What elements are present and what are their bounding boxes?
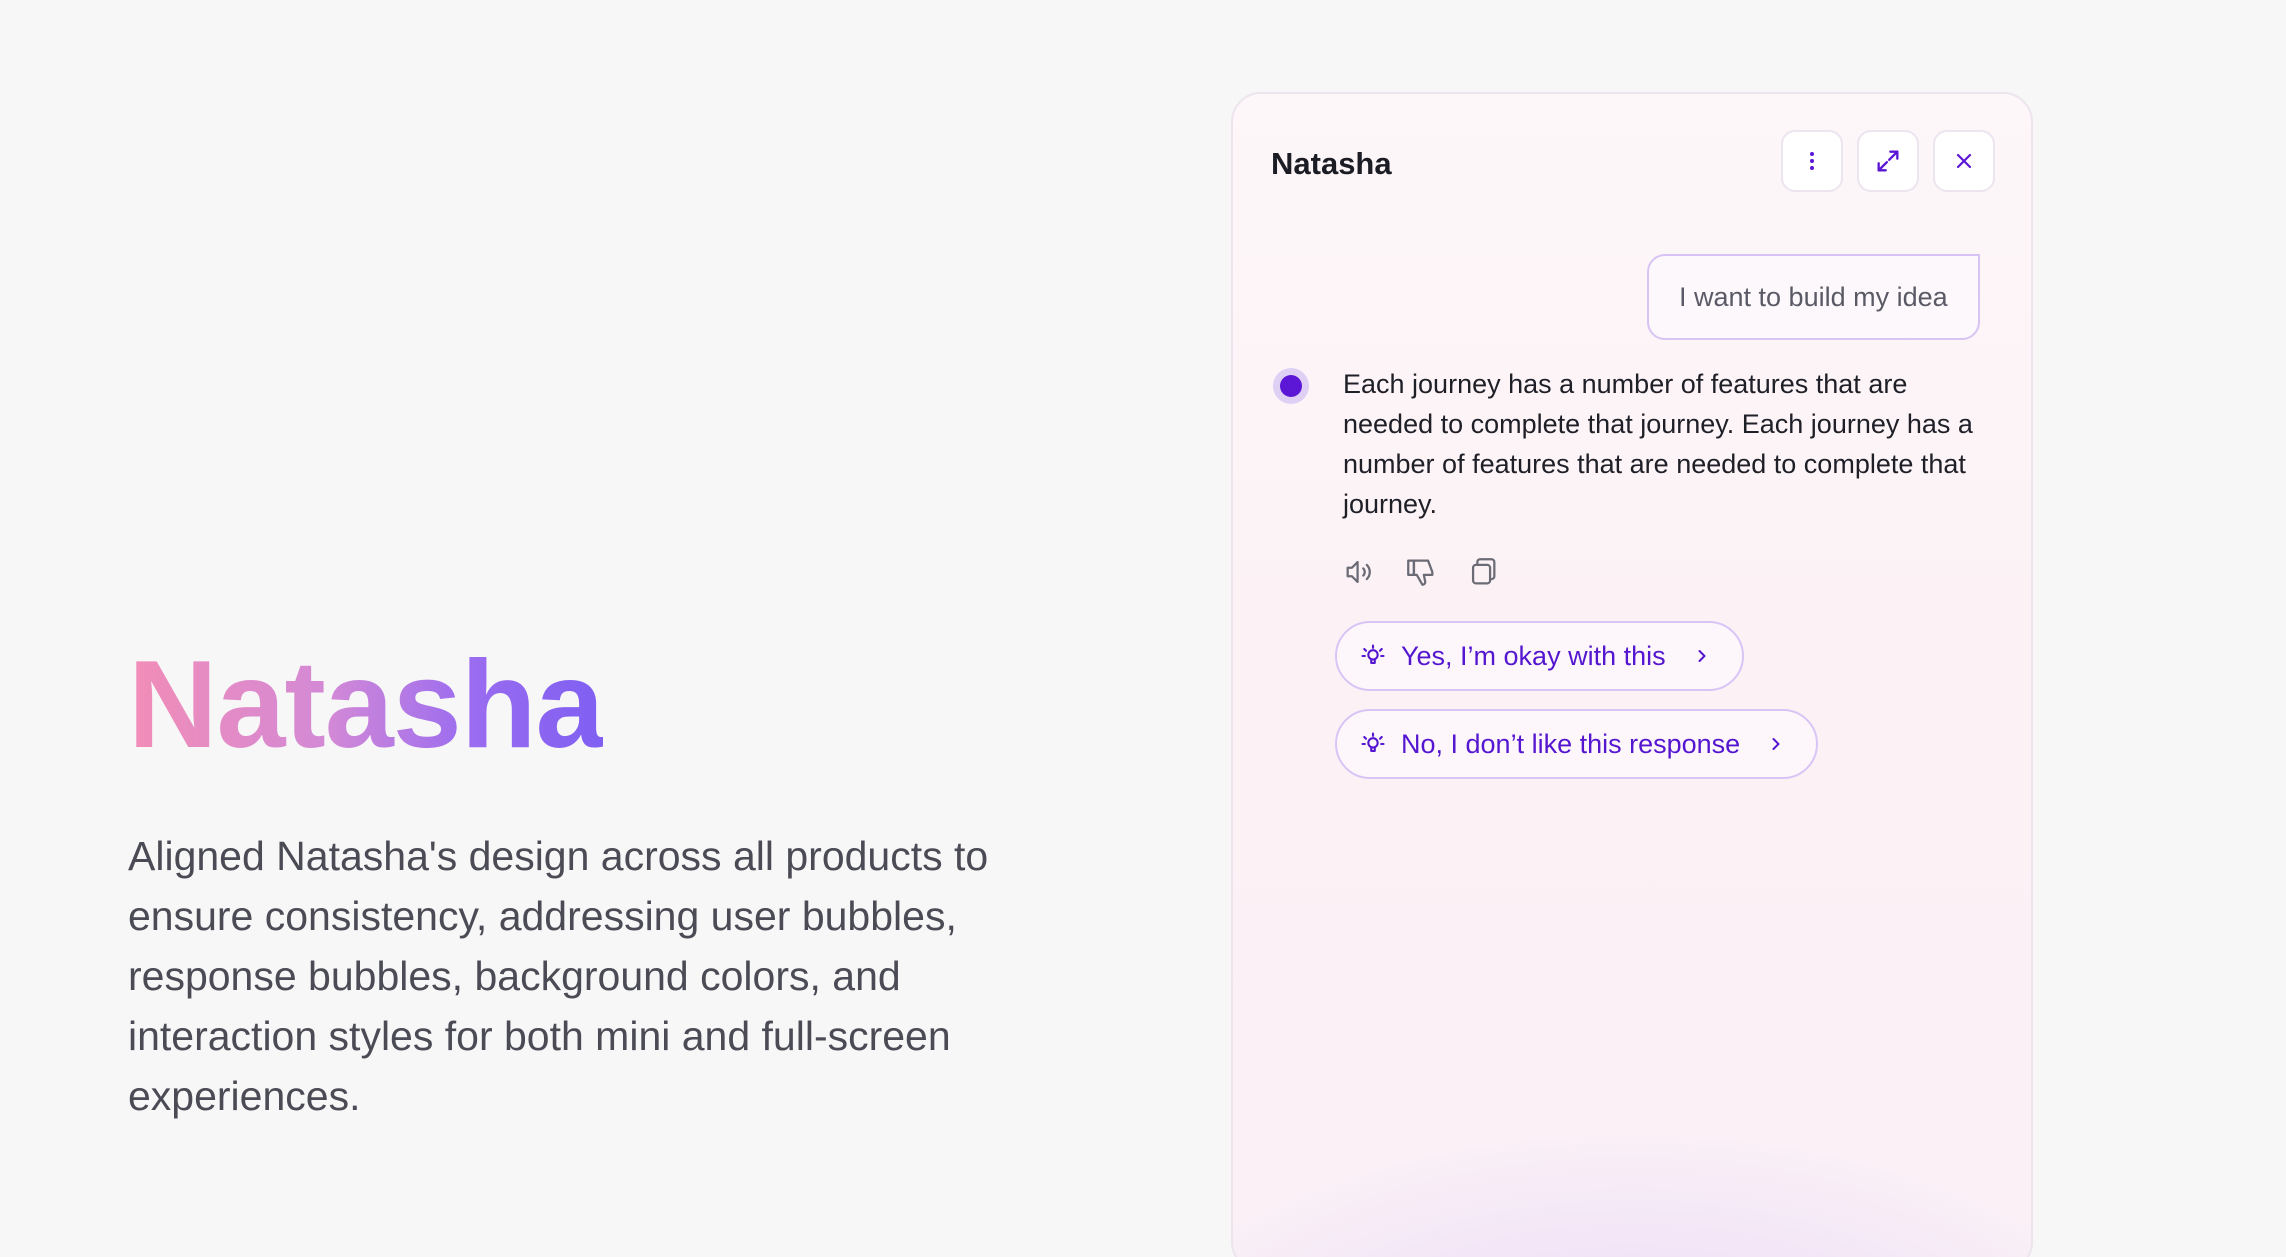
copy-icon[interactable] xyxy=(1465,554,1501,590)
thumbs-down-icon[interactable] xyxy=(1403,554,1439,590)
lightbulb-icon xyxy=(1361,644,1385,665)
suggestion-chip-no[interactable]: No, I don’t like this response xyxy=(1335,709,1819,779)
hero-title: Natasha xyxy=(128,630,604,780)
expand-button[interactable] xyxy=(1857,130,1919,192)
bot-avatar-icon xyxy=(1273,368,1309,404)
close-button[interactable] xyxy=(1933,130,1995,192)
lightbulb-icon xyxy=(1361,732,1385,753)
page: Natasha Aligned Natasha's design across … xyxy=(0,0,2286,1257)
hero-description: Aligned Natasha's design across all prod… xyxy=(128,833,989,1119)
chevron-right-icon xyxy=(1772,738,1780,750)
more-vertical-icon xyxy=(1810,152,1814,170)
chat-title: Natasha xyxy=(1271,146,1392,181)
suggestion-chip-yes[interactable]: Yes, I’m okay with this xyxy=(1335,621,1744,691)
bot-message-text: Each journey has a number of features th… xyxy=(1343,369,1973,519)
suggestion-label: No, I don’t like this response xyxy=(1401,728,1741,759)
suggestion-label: Yes, I’m okay with this xyxy=(1401,640,1666,671)
close-icon xyxy=(1956,153,1972,169)
expand-icon xyxy=(1877,150,1899,172)
chat-panel: Natasha I want to build my idea Each jou… xyxy=(1231,92,2033,1257)
more-options-button[interactable] xyxy=(1781,130,1843,192)
chevron-right-icon xyxy=(1698,650,1706,662)
bot-avatar-core xyxy=(1280,375,1302,397)
user-message-bubble: I want to build my idea xyxy=(1647,254,1980,340)
chat-header: Natasha xyxy=(1233,94,2031,234)
response-actions xyxy=(1341,554,1501,590)
user-message-text: I want to build my idea xyxy=(1679,281,1948,312)
speaker-icon[interactable] xyxy=(1341,554,1377,590)
